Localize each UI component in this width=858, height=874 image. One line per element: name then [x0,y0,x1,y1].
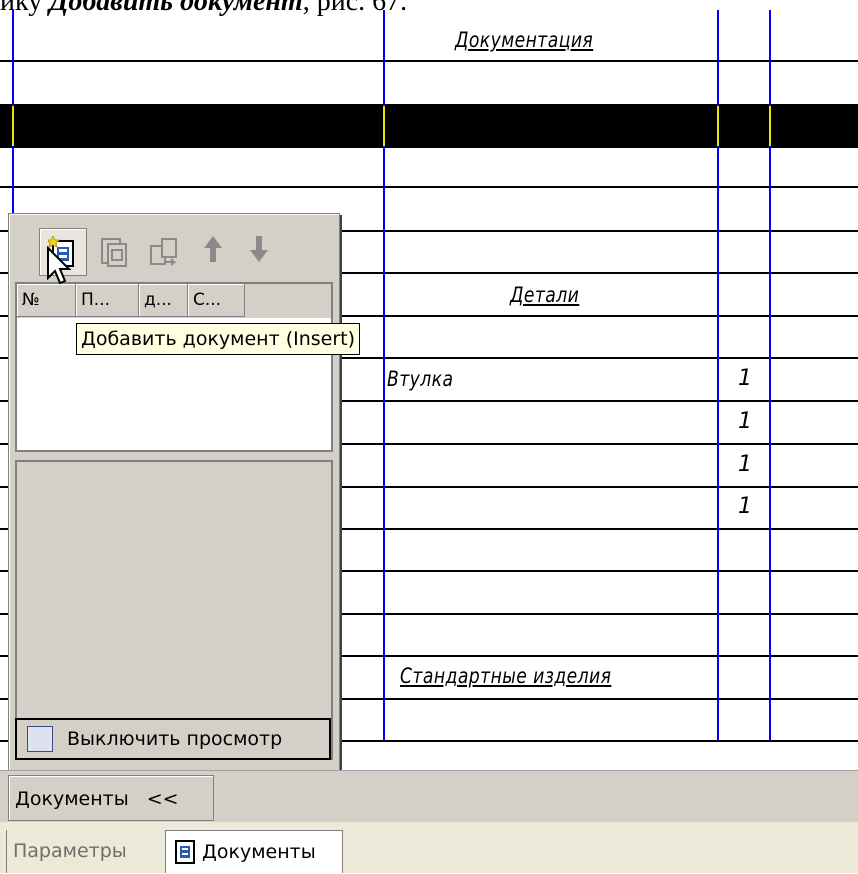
selected-row[interactable] [0,104,858,146]
column-header-document[interactable]: д... [139,284,188,317]
replace-document-button[interactable] [141,229,187,275]
preview-area [15,460,333,760]
add-document-tooltip: Добавить документ (Insert) [76,323,361,355]
disable-preview-label: Выключить просмотр [67,728,283,750]
documents-bar: Документы << [0,770,858,823]
part-name-cell[interactable]: Втулка [387,367,453,391]
copy-document-button[interactable] [91,229,137,275]
arrow-up-icon [204,235,222,262]
move-down-button[interactable] [239,234,279,271]
arrow-down-icon [250,235,268,262]
documents-collapse-button[interactable]: Документы << [8,775,214,821]
documents-tab-icon [175,840,195,864]
quantity-cell[interactable]: 1 [738,366,752,391]
documents-list[interactable]: № П... д... С... [15,282,333,452]
documents-list-header: № П... д... С... [17,284,331,318]
section-documentation: Документация [455,28,594,52]
column-header-designation[interactable]: П... [76,284,139,317]
column-header-status[interactable]: С... [188,284,245,317]
quantity-cell[interactable]: 1 [738,494,752,519]
documents-panel: № П... д... С... Выключить просмотр [8,213,340,771]
copy-document-icon [101,238,127,267]
section-standard-items: Стандартные изделия [400,664,612,688]
column-header-number[interactable]: № [17,284,76,317]
tab-parameters[interactable]: Параметры [6,830,127,873]
mouse-cursor-icon [47,246,72,285]
disable-preview-toggle[interactable]: Выключить просмотр [15,718,331,760]
replace-document-icon [150,238,177,266]
bottom-tabs: Параметры Документы [0,822,858,873]
tab-documents[interactable]: Документы [165,830,343,873]
move-up-button[interactable] [193,234,233,271]
quantity-cell[interactable]: 1 [738,452,752,477]
preview-checkbox[interactable] [27,726,53,752]
section-details: Детали [510,283,580,307]
quantity-cell[interactable]: 1 [738,409,752,434]
